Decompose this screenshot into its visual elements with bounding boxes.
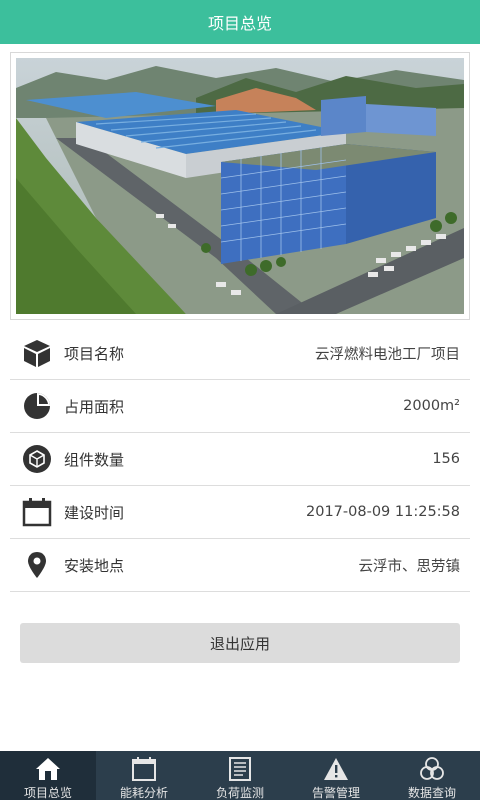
info-value: 2017-08-09 11:25:58 [306, 504, 460, 520]
project-photo [16, 58, 464, 314]
info-row-area: 占用面积 2000m² [10, 380, 470, 433]
component-icon [22, 444, 52, 474]
circles-icon [419, 756, 445, 782]
exit-app-button[interactable]: 退出应用 [20, 623, 460, 663]
page-title: 项目总览 [207, 14, 272, 33]
info-value: 云浮市、思劳镇 [358, 558, 461, 575]
tab-label: 项目总览 [23, 786, 72, 800]
document-icon [227, 756, 253, 782]
info-label: 项目名称 [64, 344, 125, 363]
info-row-build-time: 建设时间 2017-08-09 11:25:58 [10, 486, 470, 539]
tab-label: 负荷监测 [215, 786, 264, 800]
info-value: 2000m² [403, 398, 460, 414]
tab-data-query[interactable]: 数据查询 [384, 751, 480, 800]
info-value: 云浮燃料电池工厂项目 [315, 346, 460, 363]
location-pin-icon [22, 550, 52, 580]
tab-label: 告警管理 [311, 786, 360, 800]
tab-label: 数据查询 [407, 786, 456, 800]
project-info-list: 项目名称 云浮燃料电池工厂项目 占用面积 2000m² 组件数量 156 建设时… [10, 327, 470, 592]
tab-energy-analysis[interactable]: 能耗分析 [96, 751, 192, 800]
cube-icon [22, 338, 52, 368]
calendar-icon [22, 497, 52, 527]
info-label: 占用面积 [64, 397, 125, 416]
calendar-icon [131, 756, 157, 782]
page-header: 项目总览 [0, 0, 480, 44]
info-label: 组件数量 [64, 450, 125, 469]
info-label: 安装地点 [64, 556, 125, 575]
pie-chart-icon [22, 391, 52, 421]
info-value: 156 [432, 451, 460, 467]
tab-alarm-management[interactable]: 告警管理 [288, 751, 384, 800]
project-photo-frame [10, 52, 470, 320]
tab-load-monitoring[interactable]: 负荷监测 [192, 751, 288, 800]
info-row-location: 安装地点 云浮市、思劳镇 [10, 539, 470, 592]
home-icon [35, 756, 61, 782]
info-row-project-name: 项目名称 云浮燃料电池工厂项目 [10, 327, 470, 380]
tab-label: 能耗分析 [119, 786, 168, 800]
warning-icon [323, 756, 349, 782]
tab-project-overview[interactable]: 项目总览 [0, 751, 96, 800]
info-label: 建设时间 [64, 503, 125, 522]
bottom-tab-bar: 项目总览 能耗分析 负荷监测 告警管理 数据查询 [0, 751, 480, 800]
info-row-component-count: 组件数量 156 [10, 433, 470, 486]
